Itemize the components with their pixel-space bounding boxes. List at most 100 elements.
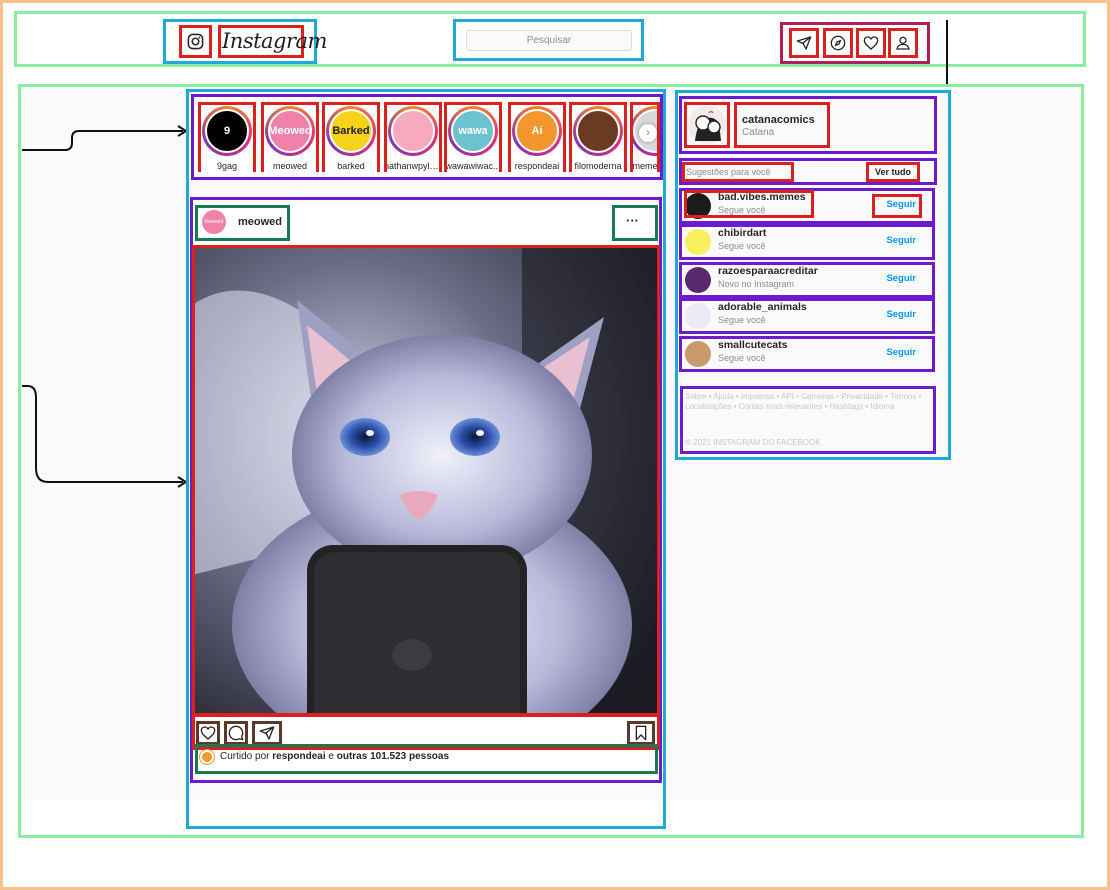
story-item[interactable]: filomoderna	[569, 102, 627, 172]
suggestion-username[interactable]: adorable_animals	[718, 301, 807, 313]
story-label: filomoderna	[574, 161, 622, 171]
suggestion-row: razoesparaacreditar Novo no Instagram Segu…	[679, 262, 935, 298]
likes-line: Curtido por respondeai e outras 101.523 …	[200, 750, 650, 766]
story-item[interactable]: Barked barked	[322, 102, 380, 172]
footer-copyright: © 2021 INSTAGRAM DO FACEBOOK	[685, 438, 821, 447]
logo-text: Instagram	[222, 29, 327, 53]
current-user-avatar[interactable]	[684, 102, 730, 148]
likes-connector: e	[328, 751, 334, 762]
follow-button[interactable]: Seguir	[886, 273, 916, 284]
suggestion-row: adorable_animals Segue você Seguir	[679, 298, 935, 334]
suggestion-username[interactable]: razoesparaacreditar	[718, 265, 818, 277]
story-ring: wawa	[448, 106, 498, 156]
story-ring	[573, 106, 623, 156]
suggestion-subtitle: Segue você	[718, 241, 766, 251]
story-item[interactable]: wawa wawawiwac...	[444, 102, 502, 172]
direct-button[interactable]	[789, 28, 819, 58]
suggestion-username[interactable]: bad.vibes.memes	[718, 191, 806, 203]
suggestion-row: bad.vibes.memes Segue você Seguir	[679, 188, 935, 224]
story-label: respondeai	[514, 161, 560, 171]
flow-arrows	[22, 125, 188, 488]
story-avatar: Barked	[329, 109, 373, 153]
footer-links[interactable]: Sobre • Ajuda • Imprensa • API • Carreir…	[685, 392, 925, 412]
story-label: 9gag	[216, 161, 238, 171]
suggestions-title: Sugestões para você	[686, 167, 771, 177]
like-button[interactable]	[196, 721, 220, 745]
suggestions-title-box: Sugestões para você	[682, 162, 794, 182]
story-label: barked	[337, 161, 365, 171]
instagram-glyph-button[interactable]	[179, 25, 212, 58]
suggestion-subtitle: Segue você	[718, 315, 766, 325]
follow-button[interactable]: Seguir	[886, 235, 916, 246]
story-item[interactable]: Meowed meowed	[261, 102, 319, 172]
story-ring: Barked	[326, 106, 376, 156]
story-label: nathanwpyle...	[384, 161, 442, 171]
chevron-right-icon: ›	[646, 125, 650, 139]
comment-icon	[228, 725, 244, 741]
see-all-label: Ver tudo	[875, 167, 912, 177]
story-label: wawawiwac...	[445, 161, 501, 171]
story-avatar	[391, 109, 435, 153]
story-avatar: wawa	[451, 109, 495, 153]
follow-button[interactable]: Seguir	[886, 347, 916, 358]
current-fullname: Catana	[742, 127, 775, 138]
story-avatar: Ai	[515, 109, 559, 153]
story-item[interactable]: 9 9gag	[198, 102, 256, 172]
post-image[interactable]	[192, 245, 660, 716]
send-icon	[796, 36, 812, 50]
instagram-glyph-icon	[187, 33, 204, 50]
story-ring: 9	[202, 106, 252, 156]
share-button[interactable]	[252, 721, 282, 745]
suggestion-row: chibirdart Segue você Seguir	[679, 224, 935, 260]
catana-avatar-icon	[688, 106, 726, 144]
story-ring: Ai	[512, 106, 562, 156]
story-label: meowed	[272, 161, 308, 171]
follow-button[interactable]: Seguir	[886, 309, 916, 320]
post-author[interactable]: Meowed meowed	[195, 205, 290, 241]
search-input[interactable]: Pesquisar	[466, 30, 632, 51]
story-avatar	[576, 109, 620, 153]
likes-user[interactable]: respondeai	[272, 751, 325, 762]
explore-icon	[830, 35, 846, 51]
explore-button[interactable]	[823, 28, 853, 58]
suggestion-username[interactable]: chibirdart	[718, 227, 766, 239]
story-label: meme	[632, 161, 658, 171]
post-author-avatar: Meowed	[202, 210, 226, 234]
story-avatar: 9	[205, 109, 249, 153]
follow-button[interactable]: Seguir	[886, 199, 916, 210]
comment-button[interactable]	[224, 721, 248, 745]
story-avatar: Meowed	[268, 109, 312, 153]
post-more-button[interactable]: ···	[612, 205, 658, 241]
send-icon	[259, 726, 275, 740]
heart-icon	[200, 726, 216, 740]
post-author-name: meowed	[238, 216, 283, 228]
story-item[interactable]: nathanwpyle...	[384, 102, 442, 172]
suggestion-subtitle: Novo no Instagram	[718, 279, 795, 289]
suggestion-username[interactable]: smallcutecats	[718, 339, 787, 351]
suggestion-avatar[interactable]	[685, 267, 711, 293]
current-username: catanacomics	[742, 114, 815, 126]
likes-prefix: Curtido por	[220, 751, 270, 762]
stories-next-button[interactable]: ›	[639, 124, 657, 142]
activity-button[interactable]	[856, 28, 886, 58]
more-options-icon: ···	[626, 213, 639, 228]
likes-text: Curtido por respondeai e outras 101.523 …	[220, 751, 449, 762]
cat-photo	[192, 245, 660, 716]
story-item[interactable]: Ai respondeai	[508, 102, 566, 172]
suggestion-row: smallcutecats Segue você Seguir	[679, 336, 935, 372]
bookmark-icon	[635, 725, 647, 741]
liker-avatar	[200, 750, 214, 764]
current-user-info[interactable]: catanacomics Catana	[734, 102, 830, 148]
likes-others[interactable]: outras 101.523 pessoas	[337, 751, 449, 762]
save-button[interactable]	[627, 721, 655, 745]
story-ring	[388, 106, 438, 156]
suggestion-avatar[interactable]	[685, 303, 711, 329]
heart-icon	[863, 36, 879, 50]
suggestion-avatar[interactable]	[685, 193, 711, 219]
instagram-logo[interactable]: Instagram	[218, 25, 327, 58]
suggestion-avatar[interactable]	[685, 341, 711, 367]
story-ring: Meowed	[265, 106, 315, 156]
see-all-button[interactable]: Ver tudo	[866, 162, 920, 182]
suggestion-avatar[interactable]	[685, 229, 711, 255]
suggestion-subtitle: Segue você	[718, 205, 766, 215]
